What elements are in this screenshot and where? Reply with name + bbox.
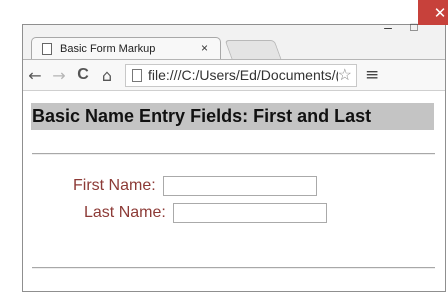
forward-arrow-icon[interactable]: → bbox=[47, 66, 71, 85]
address-url: file:///C:/Users/Ed/Documents/( bbox=[148, 67, 341, 83]
last-name-row: Last Name: bbox=[84, 203, 327, 223]
close-window-button[interactable]: ✕ bbox=[418, 0, 448, 25]
horizontal-rule-bottom bbox=[32, 267, 435, 269]
browser-toolbar: ← → C ⌂ file:///C:/Users/Ed/Documents/( … bbox=[23, 59, 445, 91]
address-bar[interactable]: file:///C:/Users/Ed/Documents/( ☆ bbox=[125, 63, 357, 87]
back-arrow-icon[interactable]: ← bbox=[23, 66, 47, 85]
minimize-button[interactable]: – bbox=[375, 17, 401, 37]
horizontal-rule-top bbox=[32, 153, 435, 155]
tab-basic-form-markup[interactable]: Basic Form Markup × bbox=[31, 37, 221, 59]
page-icon bbox=[42, 42, 52, 55]
first-name-row: First Name: bbox=[73, 176, 317, 196]
browser-window: – □ ✕ Basic Form Markup × ← → C ⌂ file:/… bbox=[22, 0, 448, 292]
menu-icon[interactable]: ≡ bbox=[365, 65, 379, 85]
page-icon bbox=[132, 68, 142, 82]
first-name-label: First Name: bbox=[73, 177, 156, 194]
new-tab-button[interactable] bbox=[224, 40, 282, 59]
page-heading: Basic Name Entry Fields: First and Last bbox=[31, 103, 434, 130]
page-viewport: Basic Name Entry Fields: First and Last … bbox=[23, 91, 445, 291]
tab-close-icon[interactable]: × bbox=[201, 41, 208, 55]
bookmark-star-icon[interactable]: ☆ bbox=[337, 64, 352, 85]
home-icon[interactable]: ⌂ bbox=[95, 66, 119, 85]
last-name-label: Last Name: bbox=[84, 204, 166, 221]
tab-title: Basic Form Markup bbox=[60, 42, 156, 55]
first-name-input[interactable] bbox=[162, 176, 317, 196]
reload-icon[interactable]: C bbox=[71, 66, 95, 84]
last-name-input[interactable] bbox=[172, 203, 327, 223]
